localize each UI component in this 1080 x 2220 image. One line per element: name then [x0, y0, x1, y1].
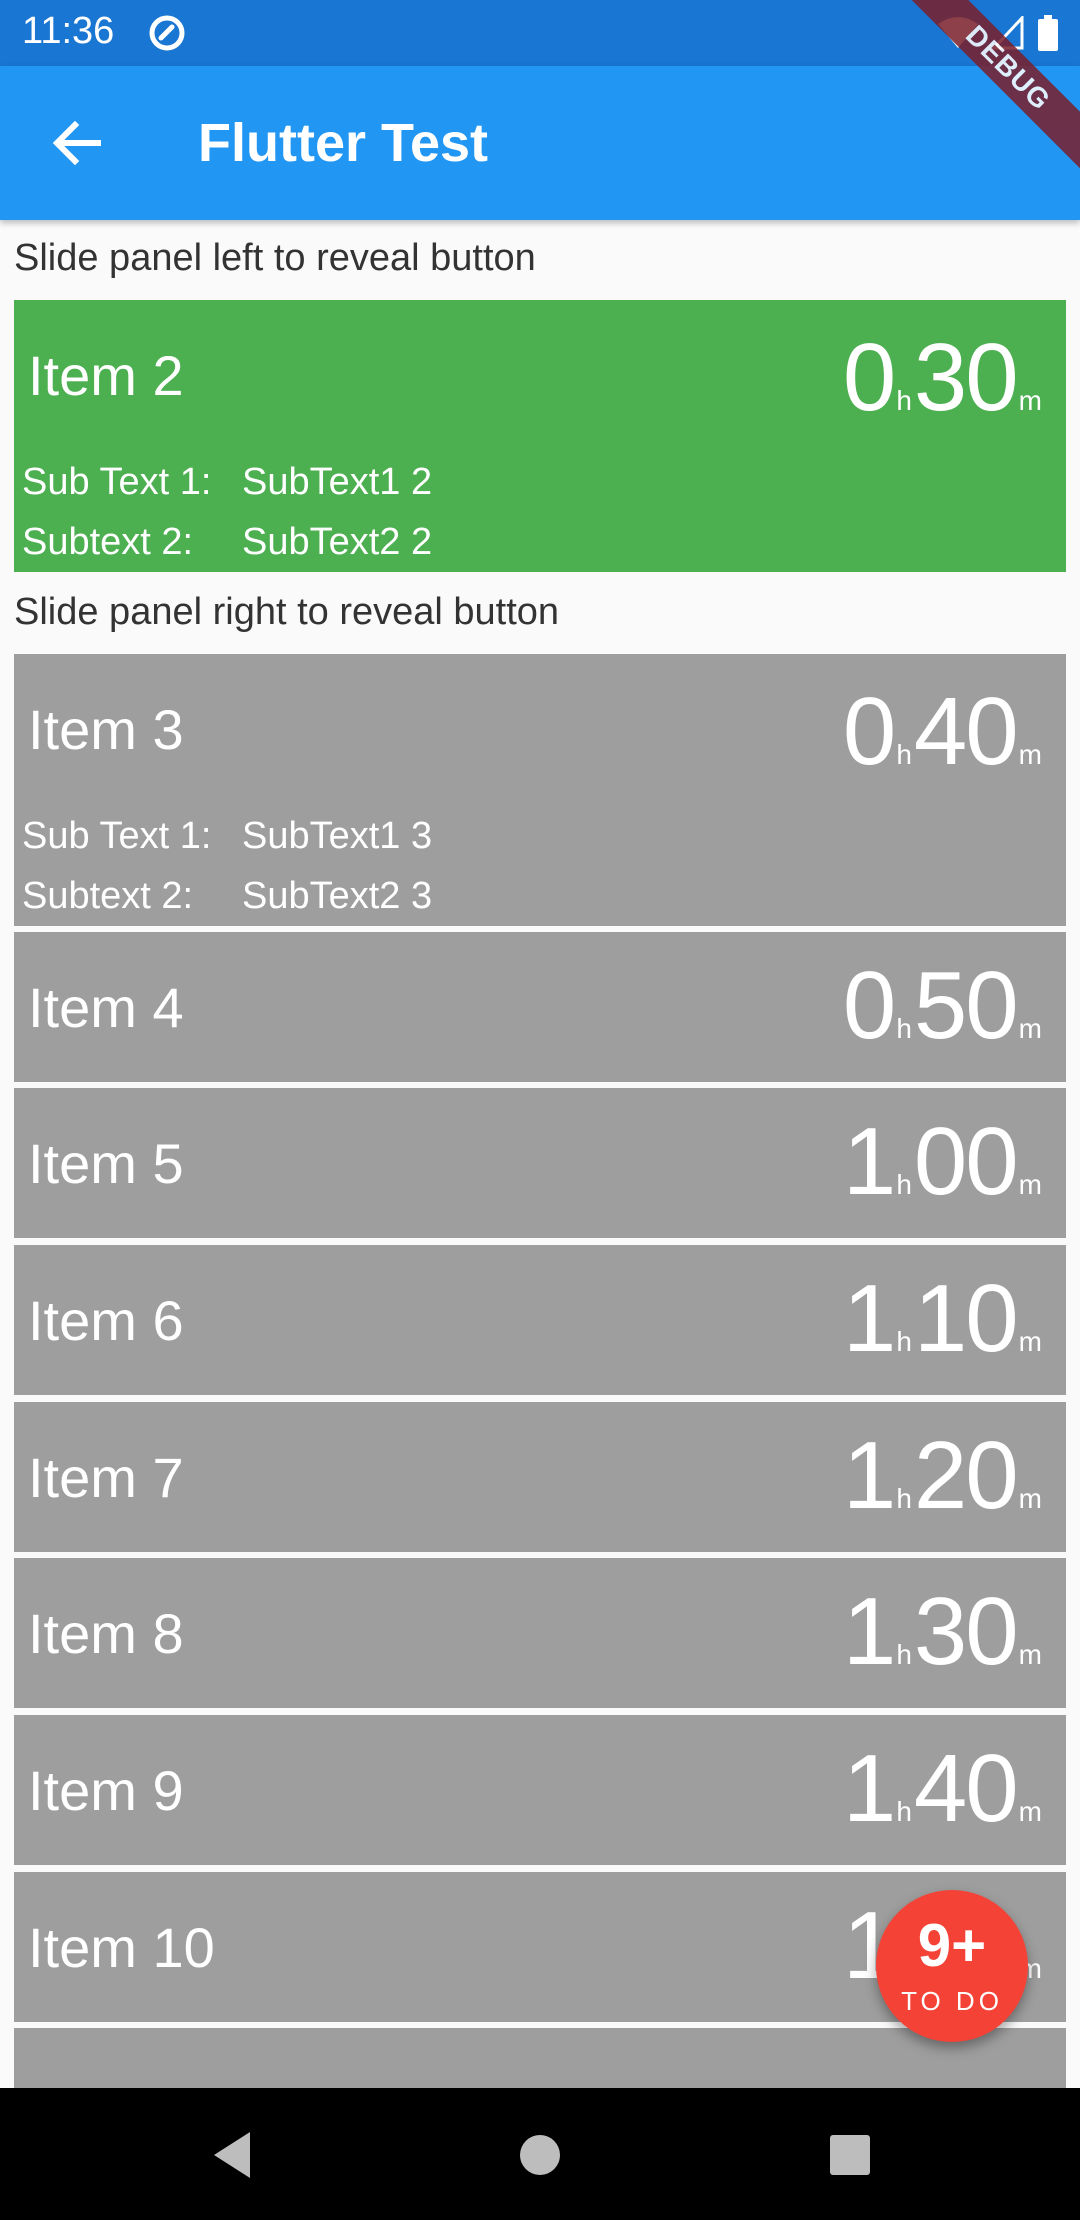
subtext-value: SubText1 2	[242, 461, 433, 503]
item-duration: 0 h 50 m	[843, 956, 1044, 1056]
item-minutes: 00	[913, 1108, 1019, 1215]
item-minutes: 40	[913, 1735, 1019, 1842]
section-label-left: Slide panel left to reveal button	[14, 237, 536, 279]
minutes-unit: m	[1018, 739, 1042, 770]
item-hours: 0	[842, 952, 896, 1059]
item-name: Item 6	[28, 1289, 184, 1352]
minutes-unit: m	[1018, 385, 1042, 416]
item-duration: 0 h 40 m	[843, 682, 1044, 782]
item-name: Item 5	[28, 1132, 184, 1195]
status-time: 11:36	[22, 10, 115, 52]
item-hours: 0	[842, 324, 896, 431]
subtext-value: SubText1 3	[242, 815, 433, 857]
subtext-label: Subtext 2:	[22, 521, 194, 563]
item-name: Item 9	[28, 1759, 184, 1822]
item-duration: 1 h 10 m	[843, 1269, 1044, 1369]
list-item[interactable]: Item 3 0 h 40 m Sub Text 1: SubText1 3 S…	[14, 654, 1066, 926]
subtext-row-2: Subtext 2: SubText2 3	[22, 874, 432, 918]
item-duration: 1 h 00 m	[843, 1112, 1044, 1212]
hours-unit: h	[896, 1013, 912, 1044]
item-hours: 1	[842, 1265, 896, 1372]
list-item[interactable]	[14, 2028, 1066, 2088]
list-item[interactable]: Item 7 1 h 20 m	[14, 1402, 1066, 1552]
item-list[interactable]: Slide panel left to reveal button Item 2…	[0, 220, 1080, 2088]
hours-unit: h	[896, 1639, 912, 1670]
item-hours: 0	[842, 678, 896, 785]
todo-label: TO DO	[901, 1986, 1003, 2016]
minutes-unit: m	[1018, 1639, 1042, 1670]
app-bar: Flutter Test	[0, 66, 1080, 220]
item-name: Item 7	[28, 1446, 184, 1509]
page-title: Flutter Test	[198, 113, 489, 173]
item-duration: 1 h 20 m	[843, 1426, 1044, 1526]
item-duration: 1 h 40 m	[843, 1739, 1044, 1839]
status-bar: 11:36	[0, 0, 1080, 66]
item-minutes: 50	[913, 952, 1019, 1059]
item-hours: 1	[842, 1735, 896, 1842]
item-minutes: 30	[913, 1578, 1019, 1685]
item-name: Item 4	[28, 976, 184, 1039]
hours-unit: h	[896, 1483, 912, 1514]
hours-unit: h	[896, 385, 912, 416]
list-item[interactable]: Item 9 1 h 40 m	[14, 1715, 1066, 1865]
minutes-unit: m	[1018, 1796, 1042, 1827]
item-hours: 1	[842, 1422, 896, 1529]
item-name: Item 2	[28, 344, 184, 407]
minutes-unit: m	[1018, 1483, 1042, 1514]
item-duration: 0 h 30 m	[843, 328, 1044, 428]
item-name: Item 10	[28, 1916, 215, 1979]
minutes-unit: m	[1018, 1013, 1042, 1044]
battery-icon	[1038, 15, 1058, 51]
subtext-label: Subtext 2:	[22, 875, 194, 917]
hours-unit: h	[896, 739, 912, 770]
list-item[interactable]: Item 6 1 h 10 m	[14, 1245, 1066, 1395]
nav-recents-icon[interactable]	[823, 2128, 877, 2182]
subtext-row-1: Sub Text 1: SubText1 2	[22, 460, 432, 504]
subtext-row-2: Subtext 2: SubText2 2	[22, 520, 432, 564]
list-item[interactable]: Item 2 0 h 30 m Sub Text 1: SubText1 2 S…	[14, 300, 1066, 572]
todo-count-badge: 9+	[917, 1912, 987, 1979]
todo-fab-button[interactable]: 9+ TO DO	[876, 1890, 1028, 2042]
subtext-row-1: Sub Text 1: SubText1 3	[22, 814, 432, 858]
app-notification-icon	[149, 15, 185, 51]
item-minutes: 10	[913, 1265, 1019, 1372]
item-minutes: 40	[913, 678, 1019, 785]
item-name: Item 8	[28, 1602, 184, 1665]
item-minutes: 20	[913, 1422, 1019, 1529]
hours-unit: h	[896, 1326, 912, 1357]
list-item[interactable]: Item 5 1 h 00 m	[14, 1088, 1066, 1238]
back-button[interactable]	[42, 112, 112, 174]
hours-unit: h	[896, 1796, 912, 1827]
subtext-value: SubText2 3	[242, 875, 433, 917]
minutes-unit: m	[1018, 1326, 1042, 1357]
nav-home-icon[interactable]	[513, 2128, 567, 2182]
item-hours: 1	[842, 1578, 896, 1685]
item-hours: 1	[842, 1108, 896, 1215]
list-item[interactable]: Item 8 1 h 30 m	[14, 1558, 1066, 1708]
arrow-back-icon	[53, 121, 101, 165]
list-item[interactable]: Item 4 0 h 50 m	[14, 932, 1066, 1082]
section-label-right: Slide panel right to reveal button	[14, 591, 560, 633]
hours-unit: h	[896, 1169, 912, 1200]
item-name: Item 3	[28, 698, 184, 761]
subtext-label: Sub Text 1:	[22, 461, 212, 503]
item-minutes: 30	[913, 324, 1019, 431]
item-duration: 1 h 30 m	[843, 1582, 1044, 1682]
nav-back-icon[interactable]	[206, 2128, 260, 2182]
minutes-unit: m	[1018, 1169, 1042, 1200]
subtext-value: SubText2 2	[242, 521, 433, 563]
subtext-label: Sub Text 1:	[22, 815, 212, 857]
system-nav-bar	[0, 2088, 1080, 2220]
